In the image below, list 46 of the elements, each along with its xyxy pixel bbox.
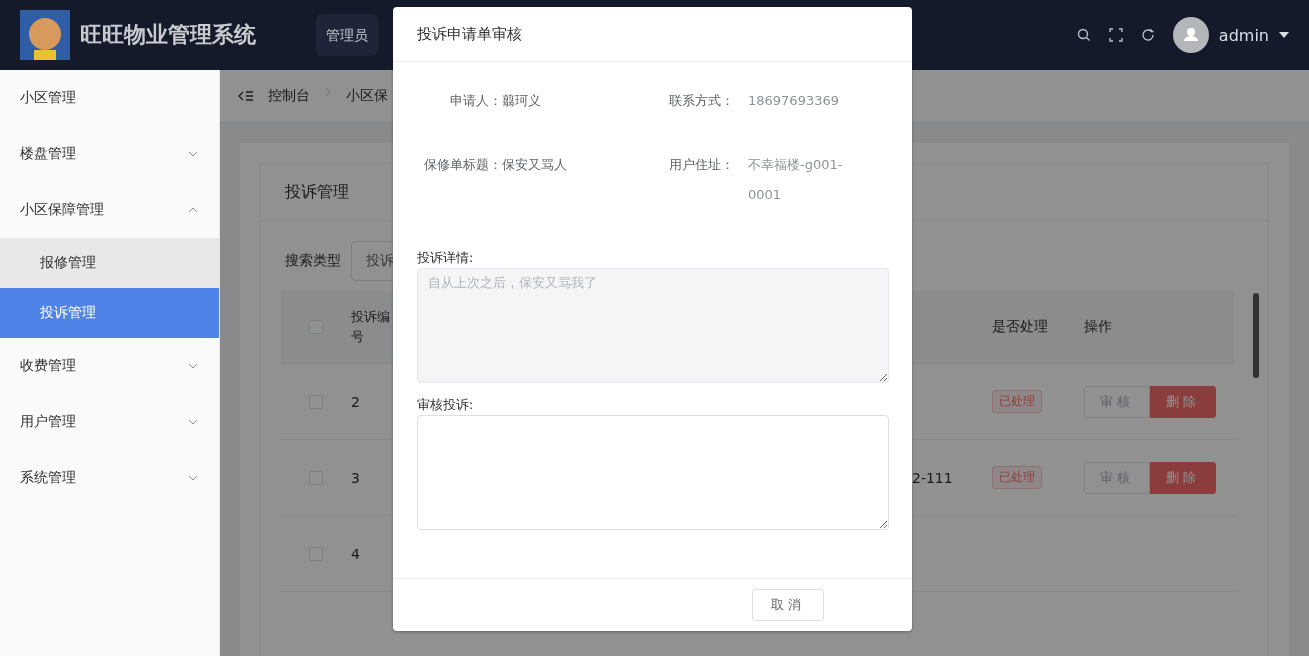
review-field[interactable] xyxy=(417,415,889,530)
field-label: 用户住址： xyxy=(669,156,735,174)
menu-item[interactable]: 系统管理 xyxy=(0,450,219,506)
field-value: 18697693369 xyxy=(748,92,840,110)
breadcrumb-item[interactable]: 控制台 xyxy=(268,87,310,105)
logo-icon xyxy=(20,10,70,60)
refresh-icon[interactable] xyxy=(1140,28,1155,42)
field-label: 申请人： xyxy=(449,92,502,110)
submenu-item[interactable]: 报修管理 xyxy=(0,238,219,288)
column-header: 投诉编号 xyxy=(351,308,391,346)
search-icon[interactable] xyxy=(1076,28,1091,42)
fullscreen-icon[interactable] xyxy=(1108,28,1123,42)
field-label: 审核投诉: xyxy=(417,396,475,414)
menu-item[interactable]: 用户管理 xyxy=(0,394,219,450)
dialog-title: 投诉申请单审核 xyxy=(417,24,522,44)
status-tag: 已处理 xyxy=(992,466,1042,489)
table-cell: 2-111 xyxy=(912,469,953,486)
app-title: 旺旺物业管理系统 xyxy=(80,21,256,49)
user-name[interactable]: admin xyxy=(1218,25,1269,45)
field-label: 投诉详情: xyxy=(417,249,475,267)
avatar-icon[interactable] xyxy=(1172,17,1209,53)
collapse-menu-icon[interactable] xyxy=(238,90,254,102)
card-title: 投诉管理 xyxy=(285,181,349,203)
cancel-button[interactable]: 取消 xyxy=(752,589,824,621)
field-label: 保修单标题： xyxy=(423,156,502,174)
submenu-item[interactable]: 投诉管理 xyxy=(0,288,219,338)
status-tag: 已处理 xyxy=(992,390,1042,413)
column-header: 操作 xyxy=(1084,318,1113,336)
field-value: 翦珂义 xyxy=(502,92,542,110)
table-cell: 4 xyxy=(351,545,360,562)
chevron-right-icon xyxy=(324,87,332,97)
column-header: 是否处理 xyxy=(992,318,1049,336)
field-value: 保安又骂人 xyxy=(502,156,568,174)
nav-tab[interactable]: 管理员 xyxy=(316,14,378,56)
field-value: 不幸福楼-g001-0001 xyxy=(748,156,844,204)
breadcrumb-item[interactable]: 小区保 xyxy=(346,87,388,105)
menu-item[interactable]: 小区保障管理 xyxy=(0,182,219,238)
field-label: 联系方式： xyxy=(669,92,735,110)
table-cell: 3 xyxy=(351,469,360,486)
menu-item[interactable]: 小区管理 xyxy=(0,70,219,126)
table-cell: 2 xyxy=(351,393,360,410)
menu-item[interactable]: 楼盘管理 xyxy=(0,126,219,182)
search-label: 搜索类型 xyxy=(285,252,341,270)
caret-down-icon[interactable] xyxy=(1279,32,1289,38)
menu-item[interactable]: 收费管理 xyxy=(0,338,219,394)
scrollbar[interactable] xyxy=(1253,293,1259,378)
